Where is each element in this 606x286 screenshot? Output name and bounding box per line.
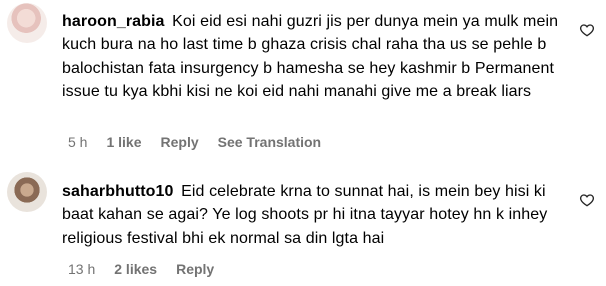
reply-button[interactable]: Reply (161, 134, 199, 150)
comment-time[interactable]: 5 h (68, 134, 87, 150)
comment-username[interactable]: haroon_rabia (62, 13, 165, 30)
reply-button[interactable]: Reply (176, 261, 214, 277)
avatar[interactable] (7, 172, 47, 212)
comment-likes[interactable]: 1 like (106, 134, 141, 150)
heart-outline-icon[interactable] (579, 192, 595, 208)
comment-body: saharbhutto10 Eid celebrate krna to sunn… (62, 180, 554, 250)
see-translation-button[interactable]: See Translation (218, 134, 321, 150)
comment-likes[interactable]: 2 likes (114, 261, 157, 277)
comment-username[interactable]: saharbhutto10 (62, 183, 174, 200)
avatar[interactable] (7, 3, 47, 43)
heart-outline-icon[interactable] (579, 22, 595, 38)
comment-time[interactable]: 13 h (68, 261, 95, 277)
comment-body: haroon_rabia Koi eid esi nahi guzri jis … (62, 10, 562, 104)
comment-meta: 13 h 2 likes Reply (68, 261, 233, 277)
comment-meta: 5 h 1 like Reply See Translation (68, 134, 340, 150)
